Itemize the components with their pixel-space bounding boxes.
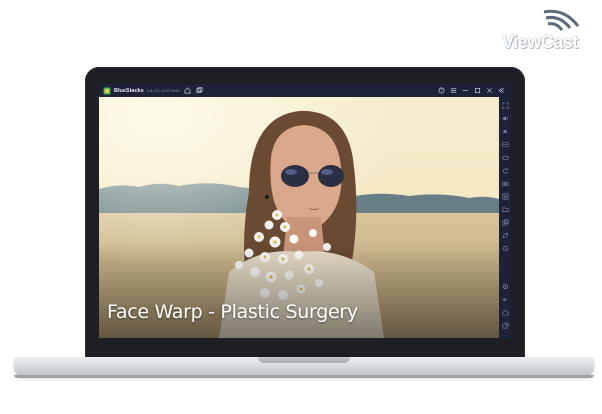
gamepad-icon[interactable]	[501, 153, 509, 161]
home-icon[interactable]	[184, 87, 191, 94]
help-icon[interactable]: ?	[438, 87, 445, 94]
recent-apps-icon[interactable]	[501, 321, 509, 329]
close-icon[interactable]	[486, 87, 493, 94]
minimize-icon[interactable]	[462, 87, 469, 94]
home-icon[interactable]	[501, 308, 509, 316]
macro-icon[interactable]	[501, 192, 509, 200]
volume-down-icon[interactable]	[501, 127, 509, 135]
svg-text:?: ?	[440, 88, 442, 93]
emulator-sidebar	[499, 97, 511, 338]
laptop-notch	[258, 357, 350, 363]
sync-icon[interactable]	[501, 244, 509, 252]
copy-icon[interactable]	[501, 218, 509, 226]
app-title: Face Warp - Plastic Surgery	[107, 301, 358, 323]
emulator-titlebar: BlueStacks 5.8.101.1002 Beta ?	[99, 84, 511, 97]
laptop-foot	[14, 375, 594, 378]
watermark-text: ViewCast	[502, 32, 578, 52]
rotate-icon[interactable]	[501, 166, 509, 174]
settings-icon[interactable]	[501, 282, 509, 290]
volume-up-icon[interactable]	[501, 114, 509, 122]
app-content[interactable]: Face Warp - Plastic Surgery	[99, 97, 499, 338]
keyboard-icon[interactable]	[501, 140, 509, 148]
eco-mode-icon[interactable]	[501, 231, 509, 239]
version-text: 5.8.101.1002 Beta	[146, 88, 180, 93]
collapse-sidebar-icon[interactable]	[498, 87, 505, 94]
emulator-screen: BlueStacks 5.8.101.1002 Beta ? Face Warp…	[99, 84, 511, 338]
app-name: BlueStacks	[114, 87, 144, 94]
fullscreen-icon[interactable]	[501, 101, 509, 109]
maximize-icon[interactable]	[474, 87, 481, 94]
bluestacks-logo-icon	[103, 87, 111, 94]
screenshot-icon[interactable]	[501, 179, 509, 187]
multi-instance-icon[interactable]	[196, 87, 203, 94]
signal-waves-icon	[543, 9, 580, 31]
menu-icon[interactable]	[450, 87, 457, 94]
back-icon[interactable]	[501, 295, 509, 303]
folder-icon[interactable]	[501, 205, 509, 213]
viewcast-watermark: ViewCast	[500, 6, 596, 52]
